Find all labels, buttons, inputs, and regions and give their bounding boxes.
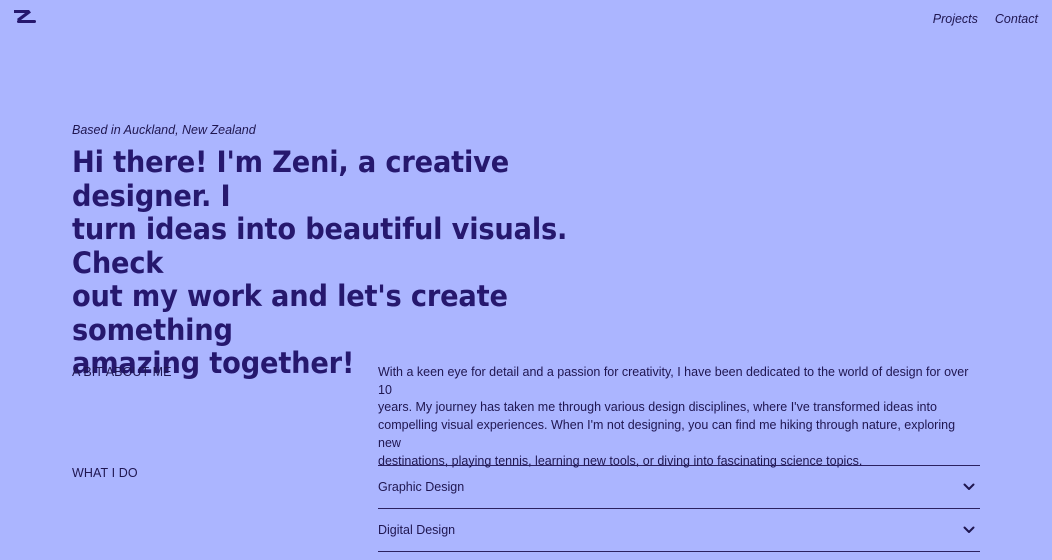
about-paragraph: With a keen eye for detail and a passion… [378,364,978,470]
about-section-label: A BIT ABOUT ME [72,365,172,379]
accordion-item-label: Digital Design [378,523,456,537]
about-line: years. My journey has taken me through v… [378,400,937,415]
site-header: Projects Contact [0,0,1052,40]
services-accordion: Graphic Design Digital Design [378,465,980,552]
z-logo-icon[interactable] [14,10,36,24]
nav-contact-link[interactable]: Contact [995,12,1038,26]
hero-headline-line: turn ideas into beautiful visuals. Check [72,212,568,280]
chevron-down-icon[interactable] [962,523,976,537]
nav-projects-link[interactable]: Projects [933,12,978,26]
hero-headline-line: Hi there! I'm Zeni, a creative designer.… [72,145,510,213]
location-text: Based in Auckland, New Zealand [72,123,256,137]
hero-headline: Hi there! I'm Zeni, a creative designer.… [72,145,636,381]
about-line: With a keen eye for detail and a passion… [378,365,969,397]
accordion-item-digital-design[interactable]: Digital Design [378,509,980,552]
top-nav: Projects Contact [933,12,1038,26]
about-line: compelling visual experiences. When I'm … [378,418,956,450]
chevron-down-icon[interactable] [962,480,976,494]
services-section-label: WHAT I DO [72,466,138,480]
accordion-item-graphic-design[interactable]: Graphic Design [378,466,980,509]
hero-headline-line: out my work and let's create something [72,279,508,347]
accordion-item-label: Graphic Design [378,480,465,494]
